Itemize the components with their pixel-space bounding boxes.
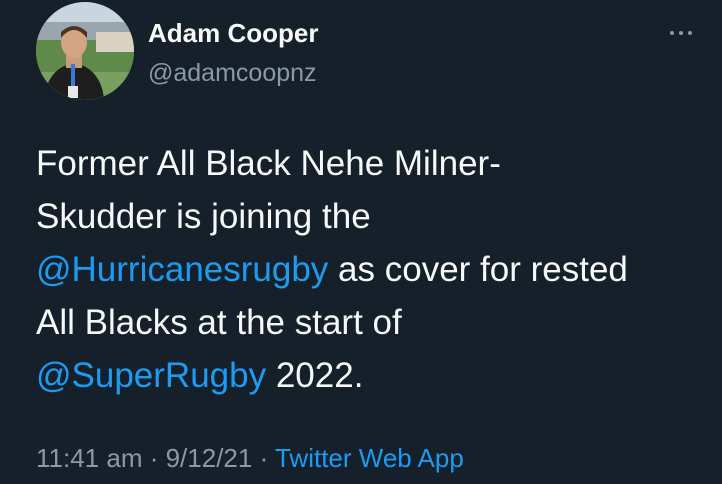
tweet-line: Former All Black Nehe Milner- [36,144,501,183]
tweet-text-fragment: 2022. [266,356,364,395]
tweet-time[interactable]: 11:41 am [36,443,142,473]
display-name[interactable]: Adam Cooper [148,16,318,50]
tweet-text-fragment: as cover for rested [328,250,628,289]
separator: · [252,443,275,473]
tweet-date[interactable]: 9/12/21 [166,443,253,473]
user-info: Adam Cooper @adamcoopnz [148,16,318,90]
source-app-link[interactable]: Twitter Web App [275,443,464,473]
more-options-icon[interactable] [670,26,692,40]
tweet-line: Skudder is joining the [36,197,371,236]
dot [670,31,674,35]
mention-link-hurricanes[interactable]: @Hurricanesrugby [36,250,328,289]
dot [688,31,692,35]
mention-link-superrugby[interactable]: @SuperRugby [36,356,266,395]
tweet-line: All Blacks at the start of [36,303,402,342]
tweet-line: @SuperRugby 2022. [36,349,706,402]
tweet-card: Adam Cooper @adamcoopnz Former All Black… [0,0,722,484]
dot [679,31,683,35]
tweet-text: Former All Black Nehe Milner- Skudder is… [36,137,706,402]
separator: · [142,443,166,473]
user-handle[interactable]: @adamcoopnz [148,56,318,90]
tweet-meta: 11:41 am · 9/12/21 · Twitter Web App [36,440,464,476]
profile-photo [36,2,134,100]
avatar[interactable] [36,2,134,100]
tweet-line: @Hurricanesrugby as cover for rested [36,243,706,296]
